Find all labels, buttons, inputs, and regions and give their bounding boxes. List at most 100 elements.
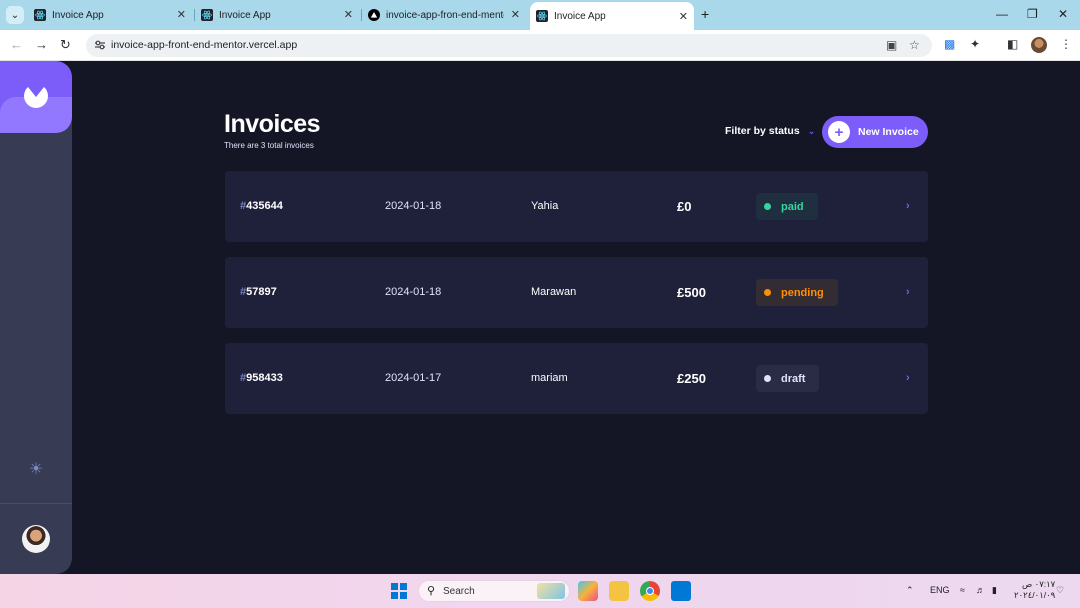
- file-explorer-icon[interactable]: [609, 581, 629, 601]
- status-label: draft: [781, 372, 806, 385]
- notification-bell-icon[interactable]: ♡: [1056, 585, 1064, 596]
- invoice-due-date: 2024-01-17: [385, 372, 442, 384]
- vercel-icon: [368, 9, 380, 21]
- chevron-right-icon: ›: [906, 200, 910, 212]
- status-badge: pending: [756, 279, 838, 306]
- new-invoice-button[interactable]: + New Invoice: [822, 116, 928, 148]
- browser-tab-strip: ⌄ Invoice App ✕ Invoice App ✕ invoice-ap…: [0, 0, 1080, 30]
- status-badge: draft: [756, 365, 820, 392]
- restore-icon[interactable]: ❐: [1027, 8, 1038, 20]
- chevron-right-icon: ›: [906, 286, 910, 298]
- battery-icon[interactable]: ▮: [992, 585, 997, 596]
- copilot-app-icon[interactable]: [578, 581, 598, 601]
- invoice-amount: £250: [677, 371, 706, 386]
- browser-toolbar: ← → ↻ invoice-app-front-end-mentor.verce…: [0, 30, 1080, 61]
- page-title: Invoices: [224, 110, 321, 138]
- invoice-id: #958433: [240, 372, 283, 384]
- react-icon: [34, 9, 46, 21]
- invoice-id: #57897: [240, 286, 277, 298]
- install-app-icon[interactable]: ▣: [886, 38, 897, 52]
- new-tab-icon[interactable]: +: [701, 7, 709, 21]
- tab-title: Invoice App: [554, 10, 606, 22]
- chevron-down-icon: ⌄: [807, 125, 816, 136]
- invoice-id-number: 958433: [246, 372, 283, 384]
- vscode-app-icon[interactable]: [671, 581, 691, 601]
- bookmark-star-icon[interactable]: ☆: [909, 38, 920, 52]
- browser-tab-active[interactable]: Invoice App ✕: [530, 2, 694, 30]
- tab-separator: [361, 9, 362, 21]
- invoice-row[interactable]: #57897 2024-01-18 Marawan £500 pending ›: [225, 257, 928, 328]
- reload-icon[interactable]: ↻: [60, 38, 71, 51]
- menu-icon[interactable]: ⋮: [1060, 37, 1072, 51]
- status-label: pending: [781, 286, 824, 299]
- tab-search-dropdown-icon[interactable]: ⌄: [6, 6, 24, 24]
- back-icon[interactable]: ←: [10, 38, 23, 51]
- input-language-indicator[interactable]: ENG: [930, 585, 950, 595]
- minimize-icon[interactable]: —: [996, 8, 1008, 20]
- status-label: paid: [781, 200, 804, 213]
- invoice-client-name: Yahia: [531, 200, 559, 212]
- new-invoice-label: New Invoice: [858, 126, 919, 138]
- logo-mark-icon: [24, 87, 48, 108]
- taskbar-search-label: Search: [443, 586, 475, 597]
- windows-taskbar: ⚲ Search ⌃ ENG ≈ ♬ ▮ ♡: [0, 574, 1080, 608]
- theme-toggle-sun-icon[interactable]: ☀: [26, 459, 46, 479]
- tab-title: Invoice App: [52, 9, 104, 21]
- close-tab-icon[interactable]: ✕: [177, 8, 186, 21]
- react-icon: [201, 9, 213, 21]
- status-badge: paid: [756, 193, 818, 220]
- clock-date: ٢٠٢٤/٠١/٠٩: [1014, 590, 1056, 600]
- filter-label: Filter by status: [725, 125, 800, 137]
- close-tab-icon[interactable]: ✕: [511, 8, 520, 21]
- taskbar-clock[interactable]: ٠٧:١٧ ص ٢٠٢٤/٠١/٠٩: [1014, 579, 1055, 601]
- search-icon: ⚲: [427, 585, 436, 597]
- url-text: invoice-app-front-end-mentor.vercel.app: [111, 39, 298, 51]
- plus-icon: +: [828, 121, 850, 143]
- invoice-due-date: 2024-01-18: [385, 200, 442, 212]
- chrome-app-icon[interactable]: [640, 581, 660, 601]
- filter-by-status-dropdown[interactable]: Filter by status ⌄: [725, 125, 815, 137]
- windows-start-icon[interactable]: [391, 583, 407, 599]
- browser-tab-2[interactable]: Invoice App ✕: [201, 4, 353, 26]
- invoice-id-number: 435644: [246, 200, 283, 212]
- address-bar[interactable]: invoice-app-front-end-mentor.vercel.app …: [86, 34, 932, 57]
- status-dot-icon: [764, 289, 771, 296]
- invoice-due-date: 2024-01-18: [385, 286, 442, 298]
- tab-title: Invoice App: [219, 9, 271, 21]
- tab-separator: [194, 9, 195, 21]
- profile-avatar[interactable]: [1031, 37, 1047, 53]
- invoice-row[interactable]: #435644 2024-01-18 Yahia £0 paid ›: [225, 171, 928, 242]
- extensions-icon[interactable]: ✦: [970, 37, 980, 51]
- app-logo[interactable]: [0, 61, 72, 133]
- invoice-count: There are 3 total invoices: [224, 141, 314, 150]
- invoice-row[interactable]: #958433 2024-01-17 mariam £250 draft ›: [225, 343, 928, 414]
- status-dot-icon: [764, 203, 771, 210]
- invoice-amount: £500: [677, 285, 706, 300]
- invoice-id: #435644: [240, 200, 283, 212]
- status-dot-icon: [764, 375, 771, 382]
- invoice-client-name: mariam: [531, 372, 568, 384]
- show-hidden-icons-icon[interactable]: ⌃: [906, 585, 914, 596]
- close-tab-icon[interactable]: ✕: [679, 10, 688, 23]
- taskbar-search[interactable]: ⚲ Search: [418, 580, 570, 602]
- react-icon: [536, 10, 548, 22]
- side-panel-icon[interactable]: ◧: [1007, 37, 1018, 51]
- invoice-id-number: 57897: [246, 286, 277, 298]
- close-window-icon[interactable]: ✕: [1058, 8, 1068, 20]
- wifi-icon[interactable]: ≈: [960, 585, 965, 595]
- invoice-client-name: Marawan: [531, 286, 577, 298]
- app-sidebar: ☀: [0, 61, 72, 574]
- chrome-center: [646, 587, 654, 595]
- user-avatar[interactable]: [22, 525, 50, 553]
- forward-icon[interactable]: →: [35, 38, 48, 51]
- chevron-right-icon: ›: [906, 372, 910, 384]
- browser-tab-3[interactable]: invoice-app-fron-end-mentor ✕: [368, 4, 520, 26]
- invoice-amount: £0: [677, 199, 692, 214]
- translate-icon[interactable]: ▩: [944, 37, 955, 51]
- close-tab-icon[interactable]: ✕: [344, 8, 353, 21]
- tab-title: invoice-app-fron-end-mentor: [386, 9, 504, 21]
- site-settings-icon[interactable]: [94, 39, 106, 51]
- volume-icon[interactable]: ♬: [976, 585, 985, 595]
- browser-tab-1[interactable]: Invoice App ✕: [34, 4, 186, 26]
- clock-time: ٠٧:١٧ ص: [1021, 579, 1056, 589]
